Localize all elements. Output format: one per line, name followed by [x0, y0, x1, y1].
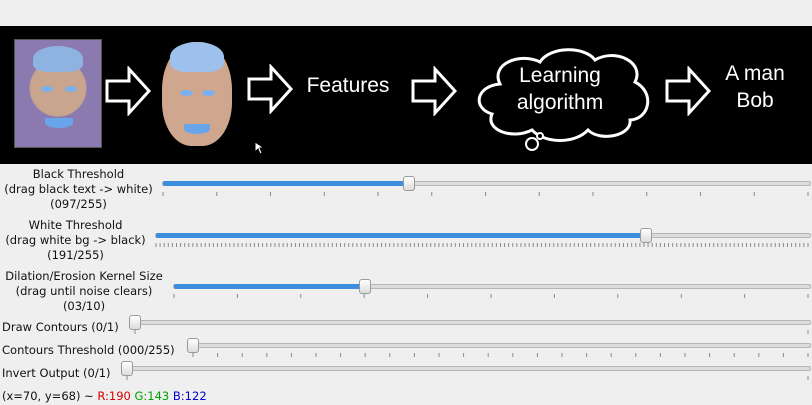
- draw-contours-ticks: [134, 330, 809, 334]
- invert-output-label: Invert Output (0/1): [2, 366, 111, 380]
- cursor-coordinates: (x=70, y=68) ~: [2, 389, 94, 403]
- arrow-icon: [411, 66, 458, 116]
- white-threshold-ticks: [155, 243, 809, 247]
- learning-label-1: Learning: [519, 64, 601, 87]
- slider-fill: [163, 181, 410, 186]
- red-value: R:190: [97, 389, 131, 403]
- arrow-icon: [247, 64, 294, 114]
- slider-handle[interactable]: [403, 176, 416, 191]
- photo-left-eye: [41, 86, 53, 92]
- kernel-size-ticks: [173, 294, 809, 298]
- black-threshold-hint: (drag black text -> white): [4, 182, 153, 196]
- white-threshold-title: White Threshold: [28, 218, 123, 232]
- face-hair: [170, 42, 224, 72]
- kernel-size-title: Dilation/Erosion Kernel Size: [5, 269, 163, 283]
- slider-handle[interactable]: [121, 361, 133, 376]
- contours-threshold-ticks: [192, 353, 809, 357]
- blue-value: B:122: [172, 389, 207, 403]
- invert-output-ticks: [126, 376, 809, 380]
- black-threshold-title: Black Threshold: [32, 167, 125, 181]
- output-label-1: A man: [725, 62, 785, 85]
- white-threshold-hint: (drag white bg -> black): [5, 233, 146, 247]
- kernel-size-slider[interactable]: [173, 279, 811, 294]
- kernel-size-hint: (drag until noise clears): [15, 284, 153, 298]
- draw-contours-slider[interactable]: [129, 315, 811, 330]
- slider-handle[interactable]: [129, 315, 141, 330]
- arrow-icon: [105, 66, 152, 116]
- output-label-2: Bob: [736, 89, 774, 112]
- black-threshold-value: (097/255): [50, 197, 107, 211]
- black-threshold-label: Black Threshold (drag black text -> whit…: [0, 167, 157, 212]
- mouse-pointer-icon: [254, 141, 264, 155]
- face-right-eye: [202, 90, 215, 96]
- white-threshold-label: White Threshold (drag white bg -> black)…: [0, 218, 151, 263]
- contours-threshold-slider[interactable]: [187, 338, 811, 353]
- black-threshold-ticks: [162, 192, 809, 196]
- face-mouth: [184, 124, 210, 134]
- invert-output-slider[interactable]: [121, 361, 811, 376]
- image-preview[interactable]: Features Learning algorithm A man Bob: [0, 26, 812, 164]
- photo-right-eye: [65, 86, 77, 92]
- slider-fill: [174, 284, 365, 289]
- draw-contours-label: Draw Contours (0/1): [2, 320, 119, 334]
- slider-handle[interactable]: [639, 228, 652, 243]
- input-photo: [14, 39, 102, 148]
- white-threshold-slider[interactable]: [155, 228, 811, 243]
- green-value: G:143: [134, 389, 170, 403]
- slider-fill: [156, 233, 646, 238]
- slider-handle[interactable]: [187, 338, 199, 353]
- photo-mouth: [45, 118, 73, 128]
- white-threshold-value: (191/255): [47, 248, 104, 262]
- black-threshold-slider[interactable]: [162, 176, 811, 191]
- face-left-eye: [180, 90, 193, 96]
- contours-threshold-label: Contours Threshold (000/255): [2, 343, 175, 357]
- features-label: Features: [306, 74, 390, 97]
- photo-hair: [33, 46, 83, 72]
- segmented-face: [162, 42, 232, 146]
- arrow-icon: [665, 66, 712, 116]
- kernel-size-label: Dilation/Erosion Kernel Size (drag until…: [0, 269, 168, 314]
- status-bar: (x=70, y=68) ~ R:190 G:143 B:122: [2, 389, 207, 403]
- learning-label-2: algorithm: [516, 91, 604, 114]
- kernel-size-value: (03/10): [62, 299, 106, 313]
- slider-handle[interactable]: [358, 279, 371, 294]
